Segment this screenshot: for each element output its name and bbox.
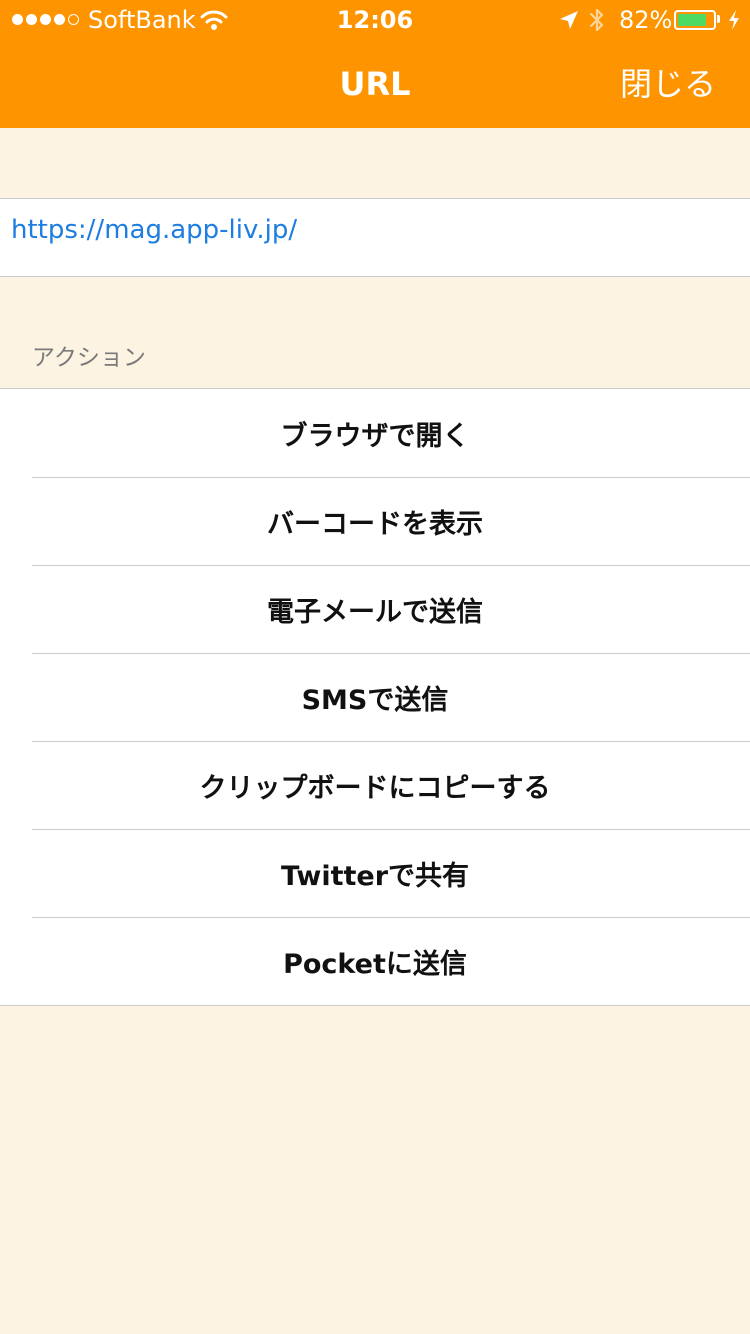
actions-list: ブラウザで開く バーコードを表示 電子メールで送信 SMSで送信 クリップボード…	[0, 388, 750, 1006]
close-button[interactable]: 閉じる	[620, 60, 716, 108]
send-email-button[interactable]: 電子メールで送信	[0, 565, 750, 653]
location-arrow-icon	[558, 9, 580, 37]
copy-to-clipboard-button[interactable]: クリップボードにコピーする	[0, 741, 750, 829]
battery-percentage: 82%	[619, 6, 673, 34]
status-bar: SoftBank 12:06 82%	[0, 0, 750, 40]
actions-section-header: アクション	[32, 345, 146, 371]
open-in-browser-button[interactable]: ブラウザで開く	[0, 389, 750, 477]
send-pocket-button[interactable]: Pocketに送信	[0, 917, 750, 1005]
bluetooth-icon	[588, 7, 606, 39]
url-link[interactable]: https://mag.app-liv.jp/	[11, 213, 297, 247]
battery-icon	[674, 10, 716, 30]
share-twitter-button[interactable]: Twitterで共有	[0, 829, 750, 917]
send-sms-button[interactable]: SMSで送信	[0, 653, 750, 741]
charging-icon	[727, 9, 741, 37]
battery-level	[678, 14, 706, 26]
show-barcode-button[interactable]: バーコードを表示	[0, 477, 750, 565]
battery-tip	[717, 15, 720, 23]
navigation-bar: SoftBank 12:06 82% URL 閉じる	[0, 0, 750, 128]
url-cell: https://mag.app-liv.jp/	[0, 198, 750, 277]
